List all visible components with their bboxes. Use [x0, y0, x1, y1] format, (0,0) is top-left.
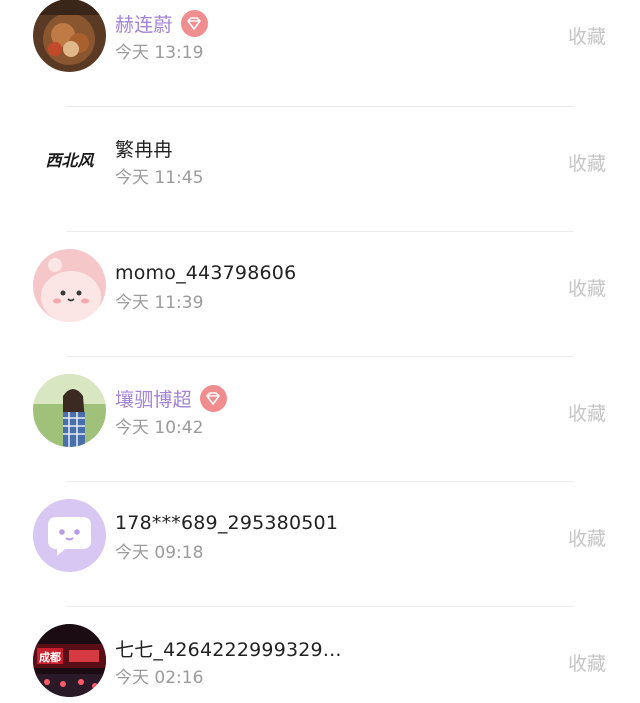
user-name: 赫连蔚: [115, 13, 173, 36]
user-name: 178***689_295380501: [115, 512, 339, 534]
name-line: 赫连蔚: [115, 8, 208, 38]
list-item[interactable]: 178***689_295380501 今天 09:18 收藏: [0, 488, 640, 613]
divider: [66, 356, 574, 357]
user-name: 繁冉冉: [115, 138, 173, 161]
user-name: 壤驷博超: [115, 388, 192, 411]
timestamp: 今天 11:45: [115, 168, 204, 188]
cute-blob-icon: [33, 249, 106, 322]
name-line: momo_443798606: [115, 258, 296, 288]
timestamp: 今天 09:18: [115, 543, 204, 563]
favorite-button[interactable]: 收藏: [568, 274, 606, 301]
name-line: 繁冉冉: [115, 133, 173, 163]
list-item[interactable]: 赫连蔚 今天 13:19 收藏: [0, 0, 640, 113]
list-item[interactable]: 成都 七七_4264222999329... 今天 02:16 收藏: [0, 613, 640, 703]
svg-text:成都: 成都: [39, 650, 61, 664]
food-photo-icon: [33, 0, 106, 72]
list-item[interactable]: momo_443798606 今天 11:39 收藏: [0, 238, 640, 363]
timestamp: 今天 02:16: [115, 668, 204, 688]
favorite-button[interactable]: 收藏: [568, 649, 606, 676]
favorite-button[interactable]: 收藏: [568, 524, 606, 551]
avatar[interactable]: [33, 499, 106, 572]
vip-diamond-icon: [199, 384, 227, 412]
avatar[interactable]: [33, 374, 106, 447]
chat-bubble-icon: [33, 499, 106, 572]
calligraphy-logo-icon: 西北风: [33, 124, 106, 197]
favorite-button[interactable]: 收藏: [568, 399, 606, 426]
user-list: 赫连蔚 今天 13:19 收藏 西北风 繁冉冉 今天 11:45 收藏 momo…: [0, 0, 640, 703]
name-line: 壤驷博超: [115, 383, 227, 413]
svg-text:西北风: 西北风: [45, 151, 94, 170]
timestamp: 今天 11:39: [115, 293, 204, 313]
name-line: 七七_4264222999329...: [115, 633, 342, 663]
divider: [66, 231, 574, 232]
user-name: momo_443798606: [115, 262, 297, 284]
divider: [66, 106, 574, 107]
name-line: 178***689_295380501: [115, 508, 338, 538]
vip-diamond-icon: [180, 9, 208, 37]
avatar[interactable]: 成都: [33, 624, 106, 697]
concert-photo-icon: 成都: [33, 624, 106, 697]
divider: [66, 606, 574, 607]
avatar[interactable]: 西北风: [33, 124, 106, 197]
list-item[interactable]: 壤驷博超 今天 10:42 收藏: [0, 363, 640, 488]
avatar[interactable]: [33, 0, 106, 72]
favorite-button[interactable]: 收藏: [568, 22, 606, 49]
avatar[interactable]: [33, 249, 106, 322]
divider: [66, 481, 574, 482]
list-item[interactable]: 西北风 繁冉冉 今天 11:45 收藏: [0, 113, 640, 238]
person-photo-icon: [33, 374, 106, 447]
favorite-button[interactable]: 收藏: [568, 149, 606, 176]
timestamp: 今天 10:42: [115, 418, 204, 438]
user-name: 七七_4264222999329...: [115, 638, 342, 661]
timestamp: 今天 13:19: [115, 43, 204, 63]
